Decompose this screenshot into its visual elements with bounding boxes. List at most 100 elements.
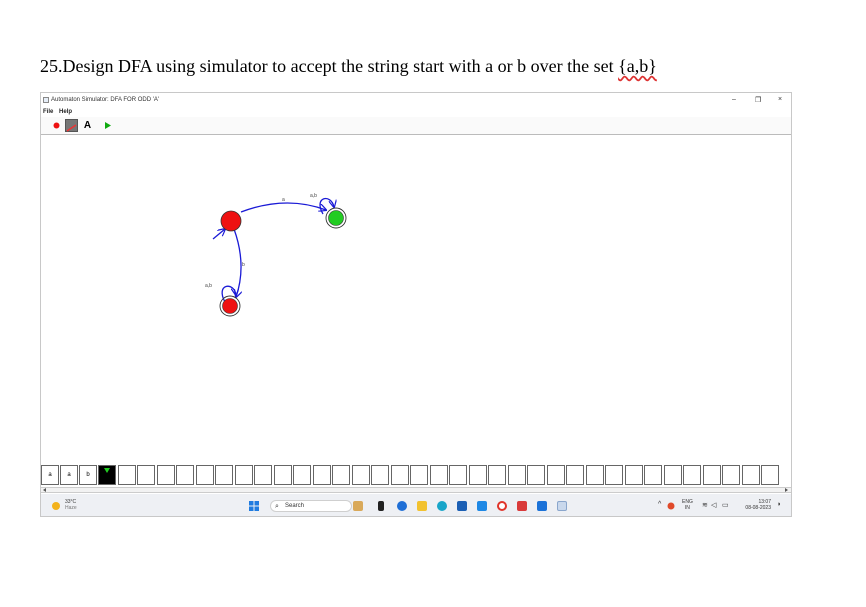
taskbar-automaton-simulator-icon[interactable] [557,501,567,511]
volume-icon[interactable]: ◁ [711,501,716,509]
toolbar: A [41,117,791,135]
tape-cell[interactable] [332,465,350,485]
window-title: Automaton Simulator: DFA FOR ODD 'A' [51,97,159,103]
tape-cell[interactable] [508,465,526,485]
text-tool-button[interactable]: A [81,119,94,132]
tape-cell[interactable] [703,465,721,485]
taskbar-app-icon[interactable] [537,501,547,511]
maximize-button[interactable]: ❐ [755,96,761,104]
search-icon: ⌕ [275,503,279,510]
tray-date[interactable]: 08-08-2023 [738,505,771,511]
tape-cell[interactable] [488,465,506,485]
taskbar-cat-app-icon[interactable] [353,501,363,511]
tape-cell[interactable] [196,465,214,485]
minimize-button[interactable]: – [732,96,736,103]
tape-cell[interactable] [683,465,701,485]
tape-cell[interactable] [761,465,779,485]
tape-cell[interactable] [410,465,428,485]
heading-text: 25.Design DFA using simulator to accept … [40,56,619,76]
weather-condition[interactable]: Haze [65,505,77,511]
taskbar-edge-icon[interactable] [437,501,447,511]
tape-cell[interactable] [722,465,740,485]
menu-help[interactable]: Help [59,109,72,115]
tape-cell[interactable] [137,465,155,485]
taskbar-app-icon[interactable] [477,501,487,511]
edge-q0-q1-label: a [282,197,285,203]
edge-q0-q2-label: b [242,262,245,268]
tape-cell[interactable] [527,465,545,485]
taskbar-opera-icon[interactable] [497,501,507,511]
app-icon [43,97,49,103]
horizontal-scrollbar[interactable] [41,487,791,493]
tray-chevron-up-icon[interactable]: ^ [658,501,661,508]
wifi-icon[interactable]: ≋ [702,501,708,509]
tape-cell[interactable] [352,465,370,485]
tape-cell[interactable]: a [60,465,78,485]
tape-head-cell[interactable] [98,465,116,485]
tape-cell[interactable] [742,465,760,485]
taskbar-mail-icon[interactable] [517,501,527,511]
tape-cell[interactable] [586,465,604,485]
tape-cell[interactable] [430,465,448,485]
tape-cell[interactable] [391,465,409,485]
tape-cell[interactable] [118,465,136,485]
tape-cell[interactable] [313,465,331,485]
run-button[interactable] [101,119,114,132]
scroll-left-icon[interactable] [42,488,48,492]
notification-icon[interactable]: ◗ [777,501,781,508]
play-icon [105,122,111,129]
menu-file[interactable]: File [43,109,53,115]
windows-taskbar: 33°C Haze ⌕ Search ^ ENG IN ≋ ◁ ▭ 13:07 … [41,494,791,516]
tape-cell[interactable] [371,465,389,485]
tape-cell[interactable] [176,465,194,485]
tape-cell[interactable] [235,465,253,485]
taskbar-file-explorer-icon[interactable] [417,501,427,511]
taskbar-app-icon[interactable] [378,501,384,511]
tape-cell[interactable] [566,465,584,485]
edge-q0-q2[interactable] [233,228,241,297]
tape-cell[interactable] [664,465,682,485]
taskbar-store-icon[interactable] [457,501,467,511]
tape-cell[interactable] [293,465,311,485]
tray-region[interactable]: IN [682,505,693,511]
automaton-canvas[interactable]: a b a,b a,b [41,135,791,462]
heading-set: {a,b} [618,56,657,76]
windows-start-icon[interactable] [249,501,259,511]
battery-icon[interactable]: ▭ [722,501,729,509]
taskbar-chat-icon[interactable] [397,501,407,511]
tape-cell[interactable]: a [41,465,59,485]
start-arrow [212,229,225,240]
taskbar-search-box[interactable]: ⌕ Search [270,500,352,512]
state-q0[interactable] [220,210,242,232]
document-heading: 25.Design DFA using simulator to accept … [40,56,657,77]
loop-q1-label: a,b [310,193,317,199]
tape-cell[interactable] [274,465,292,485]
state-tool-icon [53,122,60,129]
tape-cell[interactable]: b [79,465,97,485]
tape-cell[interactable] [625,465,643,485]
text-tool-label: A [83,120,92,131]
loop-q2-label: a,b [205,283,212,289]
transition-tool-button[interactable] [65,119,78,132]
tape-cell[interactable] [644,465,662,485]
state-q1[interactable] [328,210,344,226]
scroll-right-icon[interactable] [784,488,790,492]
tape-cell[interactable] [254,465,272,485]
state-q2[interactable] [222,298,238,314]
close-button[interactable]: × [778,96,782,103]
transition-tool-icon [66,124,77,132]
edge-q0-q1[interactable] [240,202,326,213]
tray-app-icon[interactable] [667,502,675,510]
state-tool-button[interactable] [50,119,63,132]
tape-head-marker-icon [104,468,110,473]
tape-cell[interactable] [215,465,233,485]
tape-cell[interactable] [157,465,175,485]
search-placeholder: Search [285,503,305,509]
tape-cell[interactable] [469,465,487,485]
tape-cell[interactable] [449,465,467,485]
tape-cell[interactable] [605,465,623,485]
window-titlebar: Automaton Simulator: DFA FOR ODD 'A' – ❐… [41,93,791,107]
simulator-screenshot: Automaton Simulator: DFA FOR ODD 'A' – ❐… [40,92,792,517]
tape-cell[interactable] [547,465,565,485]
weather-sun-icon[interactable] [51,501,61,511]
